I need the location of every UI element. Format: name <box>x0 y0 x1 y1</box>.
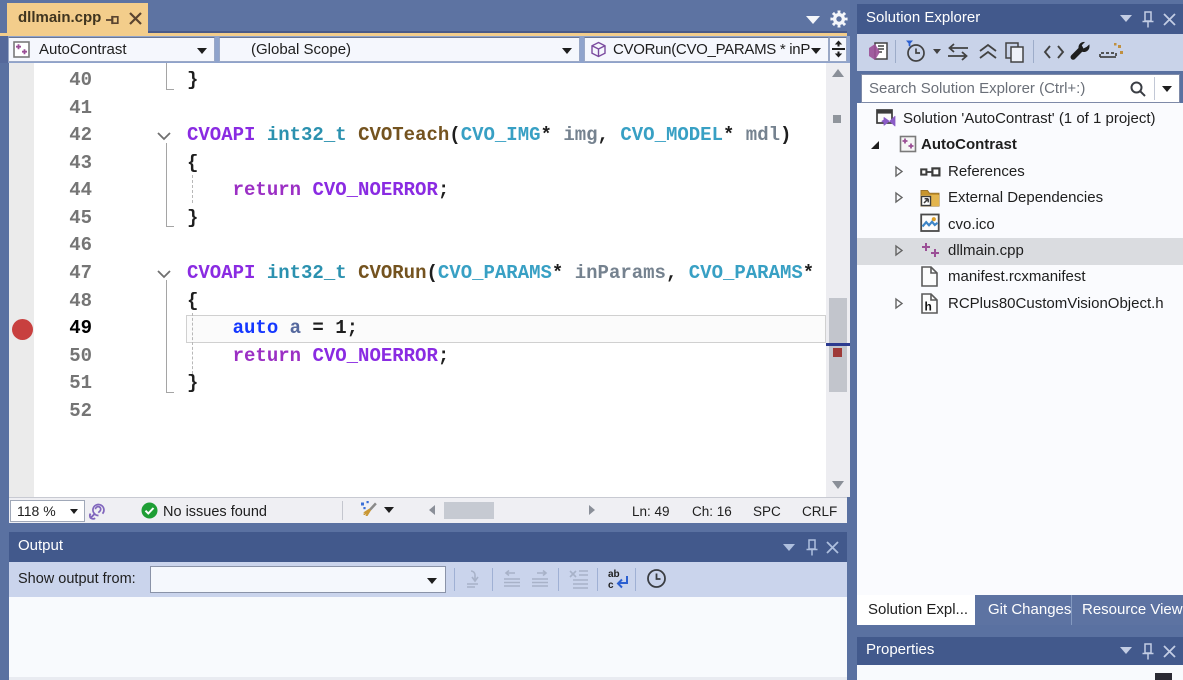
svg-text:h: h <box>925 300 932 314</box>
svg-text:ab: ab <box>608 569 620 580</box>
svg-text:c: c <box>608 580 614 591</box>
